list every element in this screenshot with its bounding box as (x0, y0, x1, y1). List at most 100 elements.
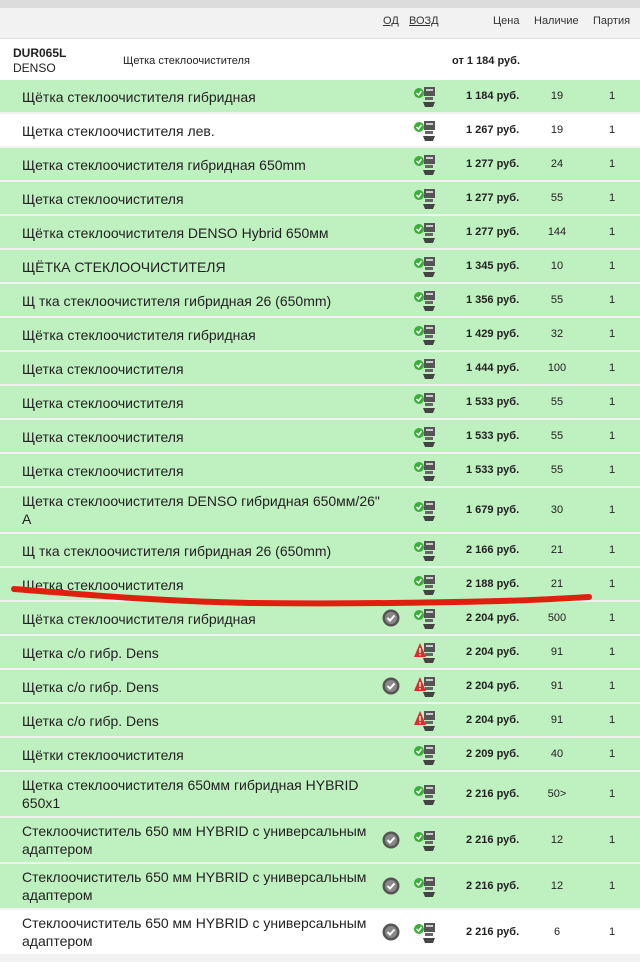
table-row[interactable]: Стеклоочиститель 650 мм HYBRID с универс… (0, 818, 640, 864)
delivery-truck-icon[interactable] (413, 458, 437, 482)
offer-name: Щетка с/о гибр. Dens (22, 679, 159, 695)
column-stock-header: Наличие (534, 15, 579, 27)
offer-name: Щ тка стеклоочистителя гибридная 26 (650… (22, 543, 332, 559)
offer-stock: 19 (550, 90, 564, 102)
od-badge-icon (382, 877, 400, 895)
offer-price: 1 184 руб. (466, 90, 520, 102)
offer-lot: 1 (608, 464, 616, 476)
offer-stock: 55 (550, 192, 564, 204)
table-row[interactable]: Щетка стеклоочистителя 1 444 руб. 100 1 (0, 352, 640, 386)
delivery-warning-icon[interactable] (413, 674, 437, 698)
offer-lot: 1 (608, 612, 616, 624)
table-row[interactable]: ЩЁТКА СТЕКЛООЧИСТИТЕЛЯ 1 345 руб. 10 1 (0, 250, 640, 284)
offer-name: Щетка стеклоочистителя DENSO гибридная 6… (22, 493, 380, 527)
offer-stock: 6 (553, 926, 561, 938)
table-row[interactable]: Щетка стеклоочистителя 2 188 руб. 21 1 (0, 568, 640, 602)
table-row[interactable]: Щетка стеклоочистителя гибридная 650mm 1 … (0, 148, 640, 182)
delivery-truck-icon[interactable] (413, 118, 437, 142)
table-row[interactable]: Щетка стеклоочистителя 650мм гибридная H… (0, 772, 640, 818)
delivery-truck-icon[interactable] (413, 254, 437, 278)
delivery-truck-icon[interactable] (413, 84, 437, 108)
table-row[interactable]: Щетка стеклоочистителя 1 533 руб. 55 1 (0, 454, 640, 488)
od-badge-icon (382, 923, 400, 941)
offer-price: 2 204 руб. (466, 680, 520, 692)
delivery-truck-icon[interactable] (413, 186, 437, 210)
offer-stock: 55 (550, 396, 564, 408)
table-row[interactable]: Щетка с/о гибр. Dens 2 204 руб. 91 1 (0, 670, 640, 704)
delivery-truck-icon[interactable] (413, 828, 437, 852)
delivery-warning-icon[interactable] (413, 640, 437, 664)
offer-lot: 1 (608, 504, 616, 516)
offer-stock: 144 (547, 226, 567, 238)
offer-price: 1 356 руб. (466, 294, 520, 306)
delivery-truck-icon[interactable] (413, 742, 437, 766)
table-row[interactable]: Щетка стеклоочистителя 1 533 руб. 55 1 (0, 386, 640, 420)
offer-name: Щётка стеклоочистителя гибридная (22, 89, 256, 105)
offer-lot: 1 (608, 90, 616, 102)
table-row[interactable]: Щетка стеклоочистителя лев. 1 267 руб. 19 1 (0, 114, 640, 148)
offer-price: 1 277 руб. (466, 226, 520, 238)
offer-stock: 12 (550, 834, 564, 846)
offer-name: Стеклоочиститель 650 мм HYBRID с универс… (22, 915, 367, 949)
offer-lot: 1 (608, 926, 616, 938)
offer-price: 1 679 руб. (466, 504, 520, 516)
offer-price: 2 204 руб. (466, 646, 520, 658)
table-row[interactable]: Щётка стеклоочистителя гибридная 1 429 ру… (0, 318, 640, 352)
offer-price: 2 216 руб. (466, 834, 520, 846)
offer-lot: 1 (608, 158, 616, 170)
offer-name: Щётки стеклоочистителя (22, 747, 184, 763)
table-row[interactable]: Щётка стеклоочистителя гибридная 2 204 ру… (0, 602, 640, 636)
delivery-truck-icon[interactable] (413, 606, 437, 630)
offer-price: 2 166 руб. (466, 544, 520, 556)
table-row[interactable]: Стеклоочиститель 650 мм HYBRID с универс… (0, 910, 640, 956)
delivery-truck-icon[interactable] (413, 920, 437, 944)
offer-stock: 55 (550, 464, 564, 476)
delivery-truck-icon[interactable] (413, 288, 437, 312)
table-row[interactable]: Щетка с/о гибр. Dens 2 204 руб. 91 1 (0, 704, 640, 738)
delivery-truck-icon[interactable] (413, 390, 437, 414)
table-row[interactable]: Щетка с/о гибр. Dens 2 204 руб. 91 1 (0, 636, 640, 670)
table-row[interactable]: Щетка стеклоочистителя 1 533 руб. 55 1 (0, 420, 640, 454)
delivery-truck-icon[interactable] (413, 424, 437, 448)
table-row[interactable]: Щётка стеклоочистителя DENSO Hybrid 650м… (0, 216, 640, 250)
offer-price: 1 533 руб. (466, 464, 520, 476)
column-vozd-header[interactable]: ВОЗД (409, 15, 439, 27)
delivery-truck-icon[interactable] (413, 356, 437, 380)
offer-price: 1 345 руб. (466, 260, 520, 272)
delivery-truck-icon[interactable] (413, 498, 437, 522)
table-row[interactable]: Щётка стеклоочистителя гибридная 1 184 ру… (0, 80, 640, 114)
delivery-truck-icon[interactable] (413, 220, 437, 244)
delivery-truck-icon[interactable] (413, 152, 437, 176)
table-row[interactable]: Щетка стеклоочистителя DENSO гибридная 6… (0, 488, 640, 534)
offer-name: ЩЁТКА СТЕКЛООЧИСТИТЕЛЯ (22, 259, 226, 275)
offer-stock: 32 (550, 328, 564, 340)
offer-name: Щетка стеклоочистителя (22, 361, 184, 377)
offers-table: Щётка стеклоочистителя гибридная 1 184 ру… (0, 80, 640, 956)
table-row[interactable]: Щ тка стеклоочистителя гибридная 26 (650… (0, 284, 640, 318)
offer-lot: 1 (608, 544, 616, 556)
top-strip (0, 0, 640, 8)
delivery-warning-icon[interactable] (413, 708, 437, 732)
table-row[interactable]: Щетка стеклоочистителя 1 277 руб. 55 1 (0, 182, 640, 216)
delivery-truck-icon[interactable] (413, 874, 437, 898)
delivery-truck-icon[interactable] (413, 538, 437, 562)
product-code[interactable]: DUR065L (13, 46, 66, 60)
offer-lot: 1 (608, 362, 616, 374)
offer-stock: 12 (550, 880, 564, 892)
offer-lot: 1 (608, 748, 616, 760)
column-od-header[interactable]: ОД (383, 15, 399, 27)
table-row[interactable]: Щётки стеклоочистителя 2 209 руб. 40 1 (0, 738, 640, 772)
table-row[interactable]: Стеклоочиститель 650 мм HYBRID с универс… (0, 864, 640, 910)
offer-stock: 21 (550, 578, 564, 590)
offer-price: 2 216 руб. (466, 880, 520, 892)
offer-name: Щетка стеклоочистителя (22, 577, 184, 593)
delivery-truck-icon[interactable] (413, 322, 437, 346)
offer-lot: 1 (608, 396, 616, 408)
offer-name: Щётка стеклоочистителя гибридная (22, 327, 256, 343)
offer-lot: 1 (608, 788, 616, 800)
delivery-truck-icon[interactable] (413, 572, 437, 596)
od-badge-icon (382, 677, 400, 695)
table-row[interactable]: Щ тка стеклоочистителя гибридная 26 (650… (0, 534, 640, 568)
delivery-truck-icon[interactable] (413, 782, 437, 806)
product-name: Щетка стеклоочистителя (123, 55, 250, 67)
